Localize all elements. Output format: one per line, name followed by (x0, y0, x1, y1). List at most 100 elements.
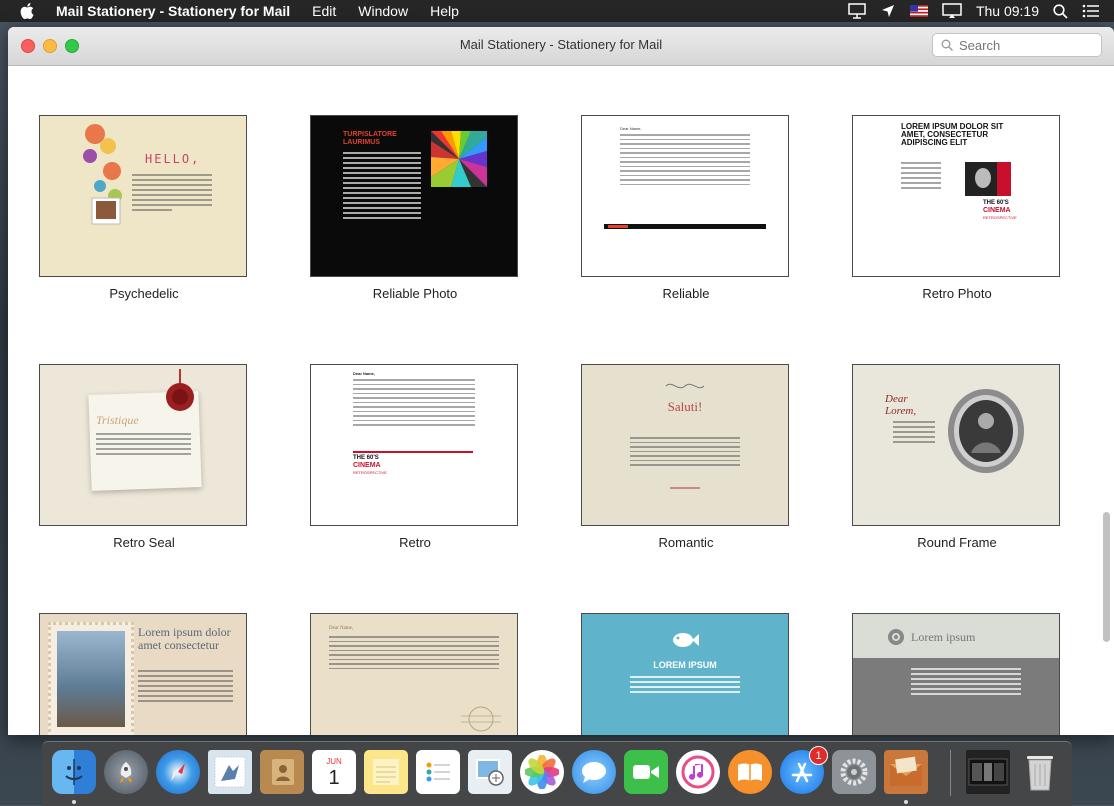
thumb-text-lines (343, 152, 421, 222)
thumb-text-lines (901, 162, 941, 192)
fish-icon (673, 633, 699, 647)
downloads-stack-icon[interactable] (966, 750, 1010, 794)
thumb-text-lines (911, 668, 1021, 698)
presentation-icon[interactable] (848, 3, 866, 19)
template-name: Retro (399, 535, 431, 550)
spotlight-icon[interactable] (1053, 3, 1068, 19)
template-thumbnail[interactable]: LOREM IPSUM (581, 613, 789, 735)
search-field[interactable] (932, 33, 1102, 57)
template-retro-photo[interactable]: LOREM IPSUM DOLOR SIT AMET, CONSECTETUR … (852, 115, 1062, 301)
photos-icon[interactable] (520, 750, 564, 794)
template-postage-stamp[interactable]: Lorem ipsum dolor amet consectetur (39, 613, 249, 735)
template-thumbnail[interactable]: HELLO, (39, 115, 247, 277)
calendar-icon[interactable]: JUN 1 (312, 750, 356, 794)
template-psychedelic[interactable]: HELLO, Psychedelic (39, 115, 249, 301)
thumb-text-lines (630, 437, 740, 469)
running-indicator (904, 800, 908, 804)
thumb-heading: Tristique (96, 413, 139, 427)
template-thumbnail[interactable]: Dear Name, (581, 115, 789, 277)
template-thumbnail[interactable]: Tristique (39, 364, 247, 526)
finder-icon[interactable] (52, 750, 96, 794)
title-bar[interactable]: Mail Stationery - Stationery for Mail (8, 27, 1114, 66)
thumb-text-lines (893, 421, 935, 446)
template-thumbnail[interactable]: Lorem ipsum (852, 613, 1060, 735)
template-retro[interactable]: Dear Name, THE 60'S CINEMA RETROSPECTIVE… (310, 364, 520, 550)
template-round-frame[interactable]: Dear Lorem, Round Frame (852, 364, 1062, 550)
menu-window[interactable]: Window (358, 3, 408, 19)
signature-line (670, 487, 700, 489)
app-store-badge: 1 (809, 746, 828, 765)
trash-icon[interactable] (1018, 750, 1062, 794)
notes-icon[interactable] (364, 750, 408, 794)
thumb-heading: Lorem ipsum (911, 630, 976, 644)
template-thumbnail[interactable]: LOREM IPSUM DOLOR SIT AMET, CONSECTETUR … (852, 115, 1060, 277)
calendar-day: 1 (328, 767, 340, 789)
us-flag-icon[interactable] (909, 5, 928, 17)
template-teal[interactable]: LOREM IPSUM (581, 613, 791, 735)
safari-icon[interactable] (156, 750, 200, 794)
thumb-text-lines (630, 676, 740, 696)
search-input[interactable] (959, 37, 1089, 53)
ibooks-icon[interactable] (728, 750, 772, 794)
menubar-clock[interactable]: Thu 09:19 (976, 3, 1039, 19)
template-thumbnail[interactable]: Lorem ipsum dolor amet consectetur (39, 613, 247, 735)
notification-center-icon[interactable] (1082, 4, 1100, 18)
airplay-display-icon[interactable] (942, 3, 962, 19)
template-name: Reliable (662, 286, 710, 301)
template-reliable[interactable]: Dear Name, Reliable (581, 115, 791, 301)
thumb-text-lines (96, 433, 191, 458)
mail-stationery-icon[interactable] (884, 750, 928, 794)
running-indicator (72, 800, 76, 804)
thumb-text-lines (132, 174, 212, 214)
thumb-sub: THE 60'S (983, 200, 1009, 206)
thumb-heading: LOREM IPSUM DOLOR SIT AMET, CONSECTETUR … (901, 122, 1004, 147)
template-gallery: HELLO, Psychedelic TURPISLATORE LAURIMUS… (8, 66, 1114, 735)
template-name: Romantic (658, 535, 714, 550)
template-postcard[interactable]: Dear Name, (310, 613, 520, 735)
main-window: Mail Stationery - Stationery for Mail HE… (8, 27, 1114, 735)
template-thumbnail[interactable]: Dear Lorem, (852, 364, 1060, 526)
template-name: Reliable Photo (372, 286, 458, 301)
template-thumbnail[interactable]: Dear Name, (310, 613, 518, 735)
thumb-heading: Lorem ipsum dolor amet consectetur (138, 625, 231, 652)
template-name: Round Frame (917, 535, 997, 550)
thumb-heading: Dear Name, (329, 626, 354, 631)
thumb-heading: Dear Name, (353, 371, 376, 376)
reminders-icon[interactable] (416, 750, 460, 794)
facetime-icon[interactable] (624, 750, 668, 794)
itunes-icon[interactable] (676, 750, 720, 794)
dock-separator (950, 750, 951, 796)
ornate-frame (948, 389, 1024, 473)
template-reliable-photo[interactable]: TURPISLATORE LAURIMUS Reliable Photo (310, 115, 520, 301)
menu-help[interactable]: Help (430, 3, 459, 19)
contacts-icon[interactable] (260, 750, 304, 794)
photo-block (965, 162, 1011, 196)
template-name: Retro Photo (922, 286, 992, 301)
template-romantic[interactable]: Saluti! Romantic (581, 364, 791, 550)
mail-icon[interactable] (208, 750, 252, 794)
template-thumbnail[interactable]: Saluti! (581, 364, 789, 526)
dock: JUN 1 1 (42, 741, 1072, 806)
preview-icon[interactable] (468, 750, 512, 794)
system-preferences-icon[interactable] (832, 750, 876, 794)
search-icon (941, 39, 953, 51)
location-arrow-icon[interactable] (880, 3, 896, 19)
stamp-frame (48, 622, 134, 735)
template-thumbnail[interactable]: TURPISLATORE LAURIMUS (310, 115, 518, 277)
thumb-sub3: RETROSPECTIVE (983, 215, 1017, 220)
messages-icon[interactable] (572, 750, 616, 794)
template-thumbnail[interactable]: Dear Name, THE 60'S CINEMA RETROSPECTIVE (310, 364, 518, 526)
template-gray-lorem[interactable]: Lorem ipsum (852, 613, 1062, 735)
template-retro-seal[interactable]: Tristique Retro Seal (39, 364, 249, 550)
thumb-text-lines (353, 379, 475, 429)
menu-edit[interactable]: Edit (312, 3, 336, 19)
app-name-menu[interactable]: Mail Stationery - Stationery for Mail (56, 3, 290, 19)
launchpad-icon[interactable] (104, 750, 148, 794)
thumb-sub3: RETROSPECTIVE (353, 470, 387, 475)
apple-menu-icon[interactable] (18, 2, 36, 20)
vertical-scrollbar[interactable] (1103, 512, 1110, 642)
thumb-sub: THE 60'S (353, 455, 379, 461)
thumb-heading: LOREM IPSUM (653, 660, 717, 670)
wax-seal (166, 369, 194, 411)
app-store-icon[interactable]: 1 (780, 746, 828, 794)
